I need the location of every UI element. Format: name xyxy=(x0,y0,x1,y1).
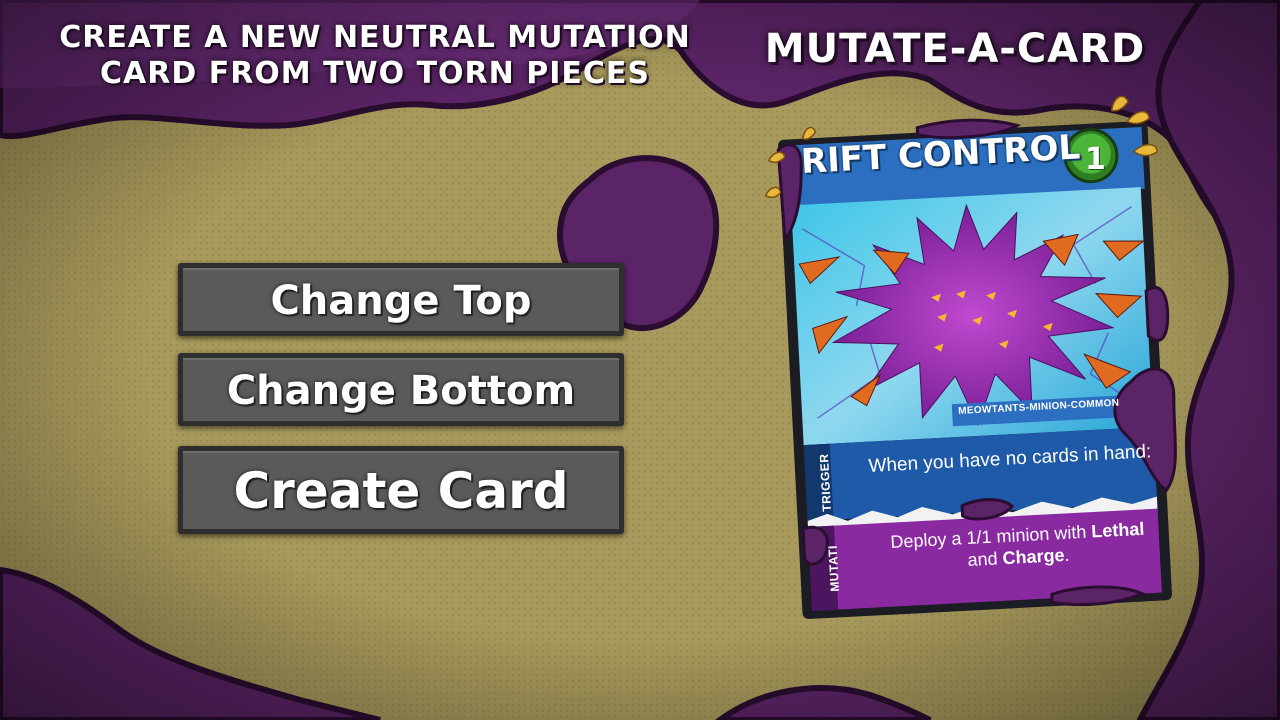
mutation-text-part-2: and xyxy=(967,548,1004,571)
change-bottom-label: Change Bottom xyxy=(183,358,619,421)
instruction-line-1: CREATE A NEW NEUTRAL MUTATION xyxy=(59,20,691,55)
create-card-label: Create Card xyxy=(183,451,619,529)
card-cost: 1 xyxy=(1085,142,1106,177)
mutation-label: MUTATI xyxy=(825,544,842,592)
instruction-text: CREATE A NEW NEUTRAL MUTATION CARD FROM … xyxy=(40,20,710,92)
change-top-label: Change Top xyxy=(183,268,619,331)
trigger-label: TRIGGER xyxy=(816,453,834,512)
mutation-text-part-3: . xyxy=(1063,544,1071,565)
change-top-button[interactable]: Change Top xyxy=(178,263,624,336)
change-bottom-button[interactable]: Change Bottom xyxy=(178,353,624,426)
keyword-charge: Charge xyxy=(1002,544,1066,569)
instruction-line-2: CARD FROM TWO TORN PIECES xyxy=(100,56,650,91)
create-card-button[interactable]: Create Card xyxy=(178,446,624,534)
screen-title: MUTATE-A-CARD xyxy=(764,26,1146,72)
keyword-lethal: Lethal xyxy=(1090,518,1145,542)
